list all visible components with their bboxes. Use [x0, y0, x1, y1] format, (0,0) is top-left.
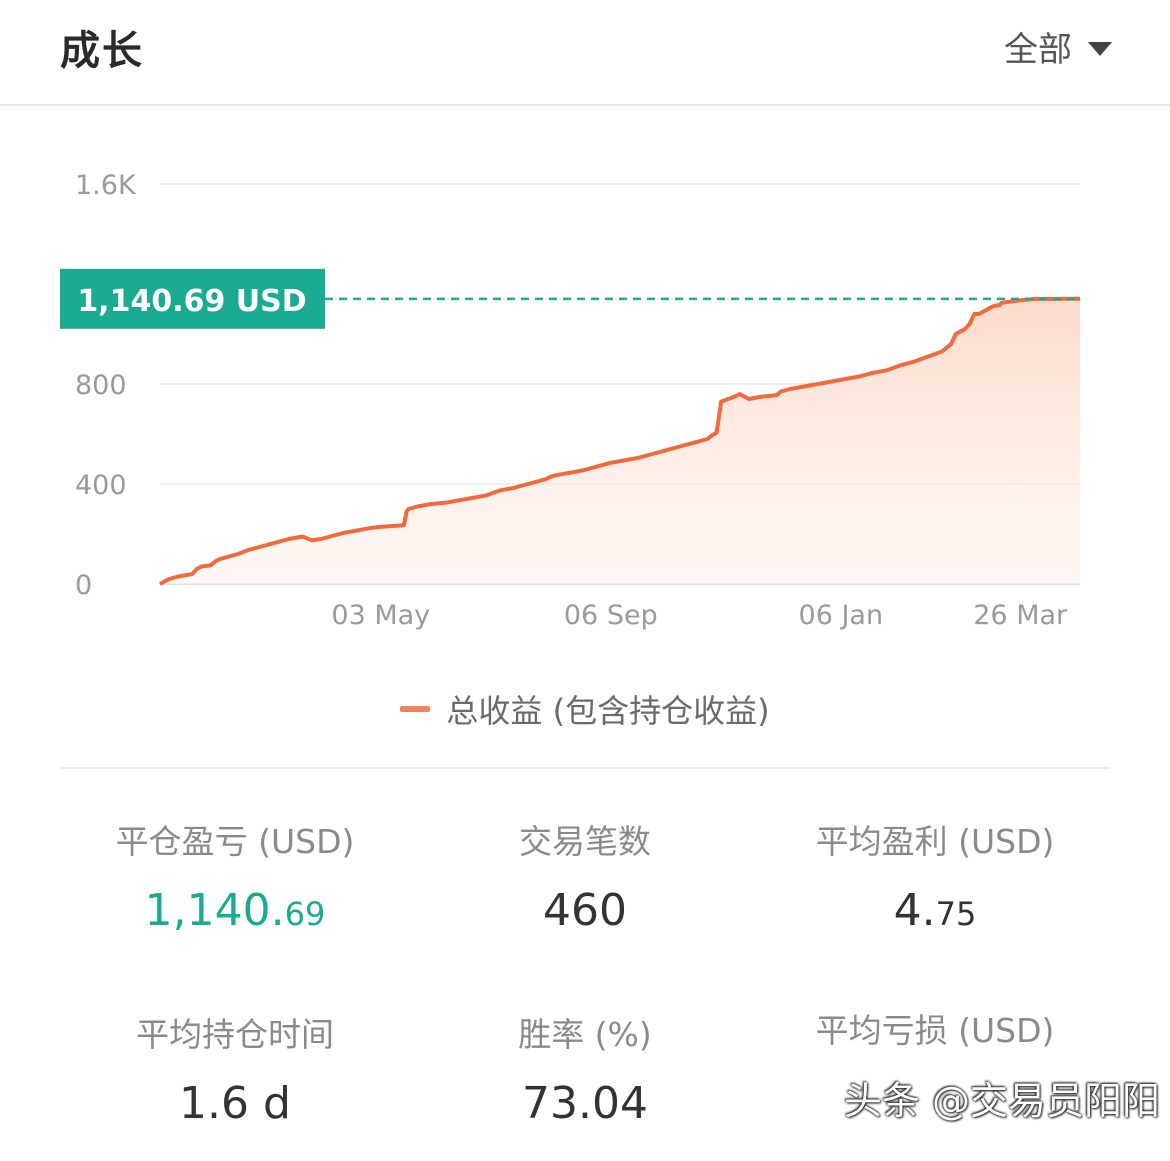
x-tick-label: 26 Mar: [973, 600, 1068, 631]
y-tick-label: 1.6K: [75, 170, 137, 201]
watermark: 头条 @交易员阳阳: [843, 1079, 1160, 1123]
stat-label: 胜率 (%): [518, 1015, 652, 1054]
y-tick-label: 0: [75, 570, 92, 601]
period-filter-dropdown[interactable]: 全部: [1004, 22, 1112, 71]
series-area: [160, 298, 1080, 584]
stat-label: 平仓盈亏 (USD): [115, 822, 355, 861]
stat-avg-profit: 平均盈利 (USD) 4.75: [755, 815, 1115, 936]
y-tick-label: 800: [75, 370, 127, 401]
stat-avg-holding-time: 平均持仓时间 1.6 d: [55, 1008, 415, 1129]
stat-label: 平均持仓时间: [136, 1015, 334, 1054]
chevron-down-icon: [1088, 41, 1112, 56]
stat-label: 平均盈利 (USD): [815, 822, 1055, 861]
growth-chart: 0 400 800 1.6K 03 May 06 Sep 06 Jan 26 Mar 1,140…: [60, 170, 1081, 631]
stat-value: 1,140.69: [55, 885, 415, 936]
stat-value: 4.75: [755, 885, 1115, 936]
x-tick-label: 03 May: [331, 600, 430, 631]
stat-label: 平均亏损 (USD): [815, 1011, 1055, 1050]
legend-label: 总收益 (包含持仓收益): [446, 692, 770, 730]
stat-label: 交易笔数: [519, 822, 651, 861]
stat-value-main: 4.: [893, 885, 936, 936]
header-bar: 成长 全部: [0, 0, 1170, 106]
page-title: 成长: [60, 28, 144, 74]
divider: [60, 767, 1110, 769]
stat-value: 460: [543, 885, 627, 936]
y-tick-label: 400: [75, 470, 127, 501]
current-value-label: 1,140.69 USD: [77, 284, 306, 319]
stat-trade-count: 交易笔数 460: [405, 815, 765, 936]
stat-closed-pnl: 平仓盈亏 (USD) 1,140.69: [55, 815, 415, 936]
stat-value: 1.6 d: [179, 1078, 291, 1129]
stat-value-decimal: 69: [284, 895, 326, 933]
x-tick-label: 06 Sep: [564, 600, 658, 631]
stat-value-decimal: 75: [935, 895, 977, 933]
chart-legend: 总收益 (包含持仓收益): [0, 686, 1170, 732]
x-tick-label: 06 Jan: [799, 600, 884, 631]
period-filter-label: 全部: [1004, 30, 1072, 70]
stat-avg-loss: 平均亏损 (USD): [755, 1004, 1115, 1052]
stat-value-main: 1,140.: [144, 885, 285, 936]
stat-value: 73.04: [522, 1078, 648, 1129]
legend-swatch: [400, 706, 431, 712]
stat-win-rate: 胜率 (%) 73.04: [405, 1008, 765, 1129]
